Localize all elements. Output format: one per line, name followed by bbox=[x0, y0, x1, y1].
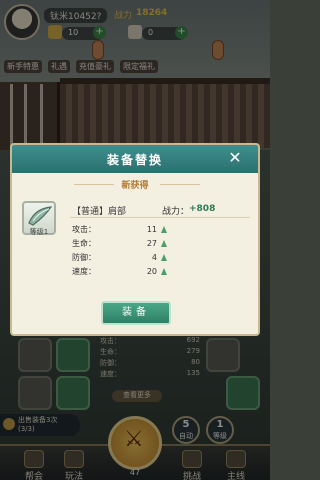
stat-row-hp: 生命： 27 bbox=[72, 237, 167, 251]
item-name: 【普通】肩部 bbox=[72, 207, 127, 217]
shoulder-armor-icon bbox=[28, 206, 53, 226]
item-level: 等级1 bbox=[29, 228, 49, 236]
stat-up-arrow-icon bbox=[161, 254, 167, 261]
stat-up-arrow-icon bbox=[161, 268, 167, 275]
stat-value: 20 bbox=[146, 267, 157, 276]
stat-label: 攻击： bbox=[72, 225, 96, 234]
stat-label: 防御： bbox=[72, 253, 96, 262]
equip-button[interactable]: 装备 bbox=[101, 301, 171, 325]
new-obtained-label: 新获得 bbox=[121, 181, 149, 191]
item-stats: 攻击： 11 生命： 27 防御： 4 速度： 20 bbox=[72, 223, 167, 279]
stat-value: 4 bbox=[151, 253, 157, 262]
stat-up-arrow-icon bbox=[161, 226, 167, 233]
stat-label: 速度： bbox=[72, 267, 96, 276]
stat-row-defense: 防御： 4 bbox=[72, 251, 167, 265]
stat-row-speed: 速度： 20 bbox=[72, 265, 167, 279]
stat-row-attack: 攻击： 11 bbox=[72, 223, 167, 237]
stat-value: 11 bbox=[146, 225, 157, 234]
divider bbox=[70, 217, 250, 218]
stat-value: 27 bbox=[146, 239, 157, 248]
close-icon[interactable]: ✕ bbox=[226, 149, 244, 167]
item-power-label: 战力： bbox=[162, 207, 190, 217]
stat-label: 生命： bbox=[72, 239, 96, 248]
equipment-replace-dialog: 装备替换 ✕ 新获得 等级1 【普通】肩部 战力： +808 攻击： 11 生命… bbox=[10, 143, 260, 336]
item-power-delta: +808 bbox=[189, 204, 216, 214]
stat-up-arrow-icon bbox=[161, 240, 167, 247]
divider bbox=[160, 184, 200, 185]
dialog-title: 装备替换 bbox=[106, 153, 163, 167]
